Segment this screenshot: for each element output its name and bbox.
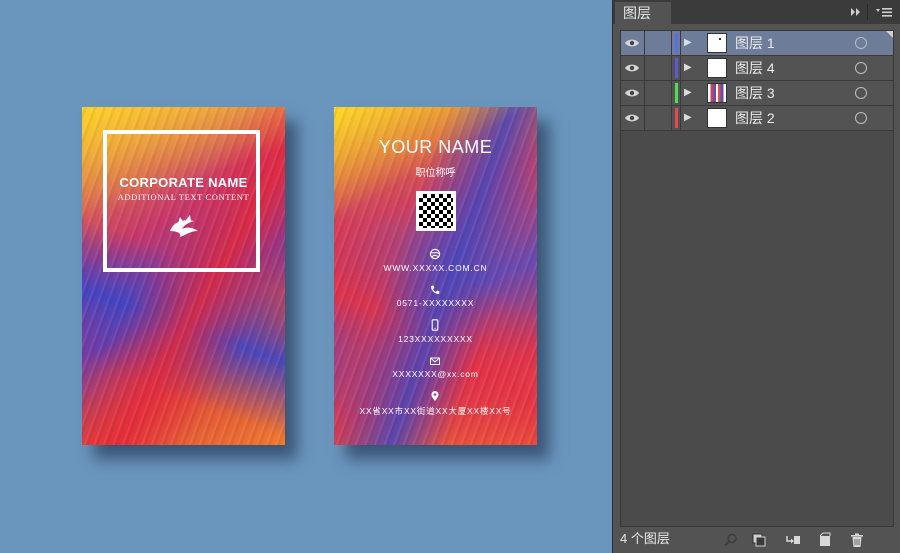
eye-icon[interactable] bbox=[624, 87, 640, 99]
column-divider bbox=[680, 81, 681, 105]
layer-name[interactable]: 图层 3 bbox=[735, 85, 775, 101]
mobile-icon bbox=[431, 319, 439, 331]
target-circle-icon[interactable] bbox=[855, 112, 867, 124]
column-divider bbox=[680, 106, 681, 130]
layer-thumbnail bbox=[707, 33, 727, 53]
expand-arrow-icon[interactable]: ▶ bbox=[684, 36, 692, 50]
eye-icon[interactable] bbox=[624, 37, 640, 49]
column-divider bbox=[671, 81, 672, 105]
layer-thumbnail bbox=[707, 83, 727, 103]
column-divider bbox=[671, 106, 672, 130]
layer-thumbnail bbox=[707, 58, 727, 78]
layer-row[interactable]: ▶ 图层 1 bbox=[621, 31, 893, 56]
layer-row[interactable]: ▶ 图层 4 bbox=[621, 56, 893, 81]
eye-icon[interactable] bbox=[624, 62, 640, 74]
layer-name[interactable]: 图层 4 bbox=[735, 60, 775, 76]
layers-list[interactable]: ▶ 图层 1 ▶ 图层 4 ▶ 图层 3 ▶ 图层 2 bbox=[620, 30, 894, 527]
eye-icon[interactable] bbox=[624, 112, 640, 124]
layer-color-bar bbox=[675, 83, 678, 103]
address-text: XX省XX市XX街道XX大厦XX楼XX号 bbox=[359, 406, 512, 416]
panel-menu-icon[interactable] bbox=[875, 4, 893, 20]
new-layer-icon[interactable] bbox=[817, 532, 833, 548]
column-divider bbox=[671, 56, 672, 80]
header-divider bbox=[867, 4, 868, 20]
layer-row[interactable]: ▶ 图层 3 bbox=[621, 81, 893, 106]
layer-color-bar bbox=[675, 108, 678, 128]
panel-footer: 4 个图层 bbox=[613, 527, 900, 553]
column-divider bbox=[680, 56, 681, 80]
clipping-mask-icon[interactable] bbox=[751, 532, 767, 548]
column-divider bbox=[644, 106, 645, 130]
layer-name[interactable]: 图层 2 bbox=[735, 110, 775, 126]
qr-code bbox=[416, 191, 456, 231]
layer-count: 4 个图层 bbox=[620, 531, 670, 546]
business-card-back[interactable]: YOUR NAME 职位称呼 WWW.XXXXX.COM.CN 0571-XXX… bbox=[334, 107, 537, 445]
job-title: 职位称呼 bbox=[415, 168, 456, 179]
column-divider bbox=[671, 31, 672, 55]
globe-icon bbox=[429, 248, 441, 260]
target-circle-icon[interactable] bbox=[855, 87, 867, 99]
search-icon[interactable] bbox=[723, 532, 739, 548]
column-divider bbox=[644, 81, 645, 105]
tab-layers[interactable]: 图层 bbox=[615, 2, 671, 24]
collapse-panel-icon[interactable] bbox=[849, 4, 863, 20]
envelope-icon bbox=[430, 357, 440, 365]
expand-arrow-icon[interactable]: ▶ bbox=[684, 61, 692, 75]
additional-text: ADDITIONAL TEXT CONTENT bbox=[117, 192, 250, 202]
column-divider bbox=[680, 31, 681, 55]
layer-color-bar bbox=[675, 58, 678, 78]
mobile-text: 123XXXXXXXXX bbox=[398, 334, 473, 344]
layer-thumbnail bbox=[707, 108, 727, 128]
selection-corner-marker bbox=[886, 31, 893, 38]
expand-arrow-icon[interactable]: ▶ bbox=[684, 86, 692, 100]
phone-icon bbox=[431, 285, 440, 294]
column-divider bbox=[644, 31, 645, 55]
column-divider bbox=[644, 56, 645, 80]
layer-name[interactable]: 图层 1 bbox=[735, 35, 775, 51]
artboard-canvas[interactable]: CORPORATE NAME ADDITIONAL TEXT CONTENT Y… bbox=[0, 0, 612, 553]
panel-header: 图层 bbox=[613, 0, 900, 24]
target-circle-icon[interactable] bbox=[855, 62, 867, 74]
layers-panel: 图层 ▶ 图层 1 ▶ 图层 4 ▶ 图层 3 ▶ 图层 2 4 个图层 bbox=[612, 0, 900, 553]
corporate-name: CORPORATE NAME bbox=[119, 175, 248, 190]
expand-arrow-icon[interactable]: ▶ bbox=[684, 111, 692, 125]
website-text: WWW.XXXXX.COM.CN bbox=[383, 263, 488, 273]
location-pin-icon bbox=[431, 391, 439, 401]
trash-icon[interactable] bbox=[849, 532, 865, 548]
company-logo-icon bbox=[170, 215, 198, 237]
layer-color-bar bbox=[675, 33, 678, 53]
target-circle-icon[interactable] bbox=[855, 37, 867, 49]
business-card-front[interactable]: CORPORATE NAME ADDITIONAL TEXT CONTENT bbox=[82, 107, 285, 445]
phone-text: 0571-XXXXXXXX bbox=[396, 298, 475, 308]
email-text: XXXXXXX@xx.com bbox=[392, 369, 479, 379]
layer-row[interactable]: ▶ 图层 2 bbox=[621, 106, 893, 131]
new-sublayer-icon[interactable] bbox=[785, 532, 801, 548]
person-name: YOUR NAME bbox=[378, 137, 493, 157]
